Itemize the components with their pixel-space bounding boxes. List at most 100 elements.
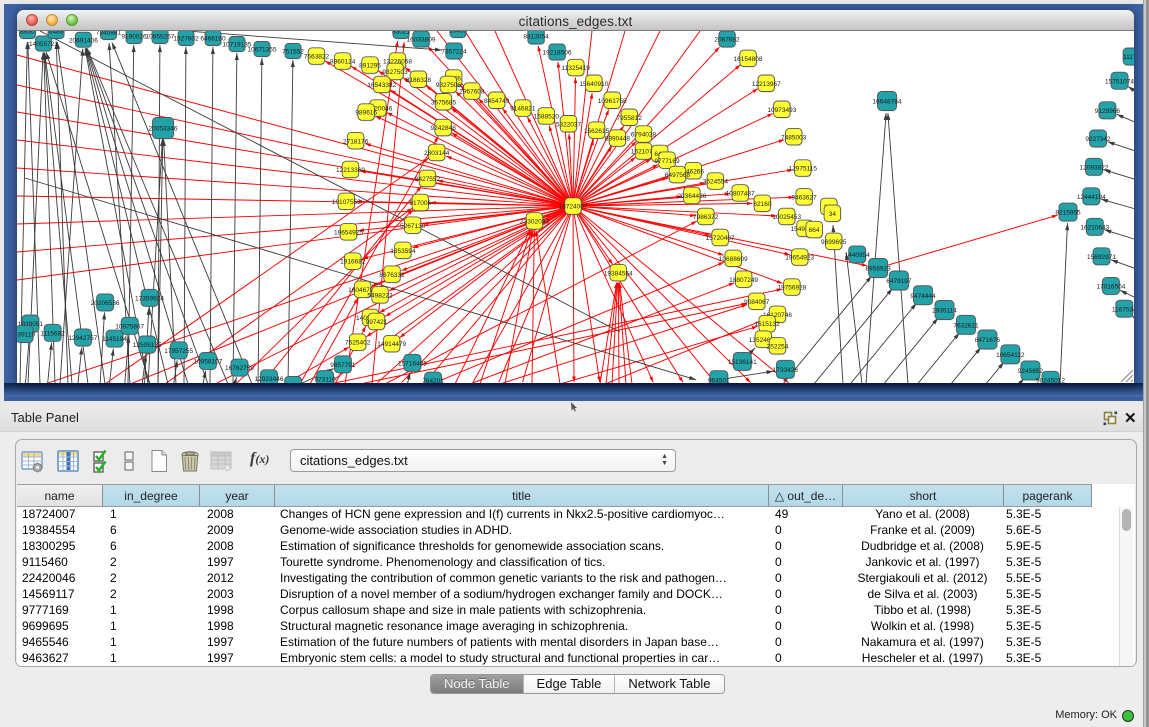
svg-text:9084067: 9084067 [744,299,770,306]
svg-text:16648784: 16648784 [873,99,902,106]
svg-text:989616: 989616 [355,110,377,117]
svg-text:252254: 252254 [767,343,789,350]
svg-text:8186328: 8186328 [406,77,432,84]
svg-text:11325419: 11325419 [561,65,590,72]
svg-text:83021: 83021 [392,31,410,36]
svg-text:34: 34 [829,211,837,218]
svg-text:10465: 10465 [449,31,467,35]
svg-text:62160: 62160 [753,201,771,208]
svg-text:6479197: 6479197 [886,278,912,285]
svg-text:751552: 751552 [282,49,304,56]
svg-text:20691406: 20691406 [69,37,98,44]
svg-text:15640910: 15640910 [579,81,608,88]
svg-text:6497568: 6497568 [665,172,691,179]
svg-text:7485003: 7485003 [781,134,807,141]
svg-text:1615132: 1615132 [754,321,780,328]
svg-text:12444194: 12444194 [1077,194,1106,201]
svg-text:1916682: 1916682 [340,259,366,266]
svg-text:20364436: 20364436 [677,193,706,200]
svg-text:12975115: 12975115 [789,166,818,173]
svg-text:997421: 997421 [366,319,388,326]
svg-text:6794028: 6794028 [631,132,657,139]
svg-text:12942757: 12942757 [68,335,97,342]
svg-text:10671355: 10671355 [248,47,277,54]
svg-text:7357224: 7357224 [441,49,467,56]
svg-text:2967608: 2967608 [459,89,485,96]
svg-text:10107553: 10107553 [332,199,361,206]
svg-text:9857791: 9857791 [330,362,356,369]
svg-text:19218506: 19218506 [543,50,572,57]
svg-text:9777169: 9777169 [654,158,680,165]
svg-text:9463627: 9463627 [791,194,817,201]
svg-text:10688609: 10688609 [719,256,748,263]
svg-text:9242848: 9242848 [431,125,457,132]
svg-text:7625402: 7625402 [345,340,371,347]
svg-text:8813054: 8813054 [523,34,549,41]
svg-text:9245652: 9245652 [1018,368,1044,375]
svg-text:20053346: 20053346 [149,126,178,133]
svg-text:9146821: 9146821 [510,106,536,113]
svg-text:9327506: 9327506 [436,82,462,89]
svg-text:11172: 11172 [1123,54,1134,61]
svg-text:5322037: 5322037 [556,121,582,128]
svg-text:20206536: 20206536 [91,300,120,307]
svg-text:3624554: 3624554 [703,179,729,186]
svg-text:9699695: 9699695 [821,239,847,246]
svg-text:939119: 939119 [17,332,35,339]
svg-text:8990448: 8990448 [605,136,631,143]
svg-text:7345981: 7345981 [96,31,122,37]
svg-text:19654923: 19654923 [785,255,814,262]
svg-text:9190026: 9190026 [121,34,147,41]
svg-text:16782759: 16782759 [225,365,254,372]
svg-text:10975867: 10975867 [115,323,144,330]
svg-text:8454749: 8454749 [484,98,510,105]
svg-text:1440954: 1440954 [845,252,871,259]
svg-text:764201: 764201 [422,378,444,383]
svg-text:12923446: 12923446 [255,376,284,383]
svg-text:964501: 964501 [708,377,730,383]
svg-text:873110: 873110 [314,377,336,383]
svg-text:7632621: 7632621 [953,322,979,329]
svg-text:10655267: 10655267 [146,34,175,41]
svg-text:2803144: 2803144 [424,150,450,157]
svg-text:9129966: 9129966 [1095,108,1121,115]
svg-text:3675685: 3675685 [431,99,457,106]
svg-text:9327503: 9327503 [382,69,408,76]
svg-text:1562615: 1562615 [584,128,610,135]
svg-text:8215955: 8215955 [1055,210,1081,217]
svg-text:1167534: 1167534 [1112,306,1134,313]
svg-text:15716485: 15716485 [398,360,427,367]
svg-text:18724007: 18724007 [559,204,588,211]
svg-text:7955812: 7955812 [617,115,643,122]
svg-text:7986372: 7986372 [693,214,719,221]
svg-text:19654925: 19654925 [334,229,363,236]
svg-text:15692971: 15692971 [1087,254,1116,261]
svg-text:12213967: 12213967 [752,81,781,88]
svg-text:23302033: 23302033 [520,219,549,226]
svg-text:17957255: 17957255 [164,348,193,355]
svg-text:10958107: 10958107 [193,359,222,366]
svg-text:17016504: 17016504 [1096,284,1125,291]
svg-text:8427552: 8427552 [415,176,441,183]
svg-text:19756928: 19756928 [777,285,806,292]
svg-text:12093822: 12093822 [1080,164,1109,171]
svg-text:12505135: 12505135 [133,342,162,349]
svg-text:1527602: 1527602 [173,36,199,43]
svg-text:1145194: 1145194 [102,336,127,343]
svg-text:19384554: 19384554 [604,270,633,277]
svg-text:8471676: 8471676 [975,337,1001,344]
svg-text:16210643: 16210643 [1080,224,1109,231]
svg-text:15136141: 15136141 [728,359,757,366]
svg-text:8958923: 8958923 [865,266,891,273]
svg-text:8930: 8930 [20,31,35,36]
svg-text:5267130: 5267130 [400,223,426,230]
svg-text:664: 664 [809,227,820,234]
svg-text:8676332: 8676332 [379,272,405,279]
svg-text:9474444: 9474444 [910,293,936,300]
svg-text:2087682: 2087682 [714,37,740,44]
svg-text:2935114: 2935114 [932,308,957,315]
svg-text:1115682: 1115682 [40,330,65,337]
svg-text:14055721: 14055721 [29,41,58,48]
svg-text:1353594: 1353594 [390,248,416,255]
svg-text:17359924: 17359924 [135,295,164,302]
